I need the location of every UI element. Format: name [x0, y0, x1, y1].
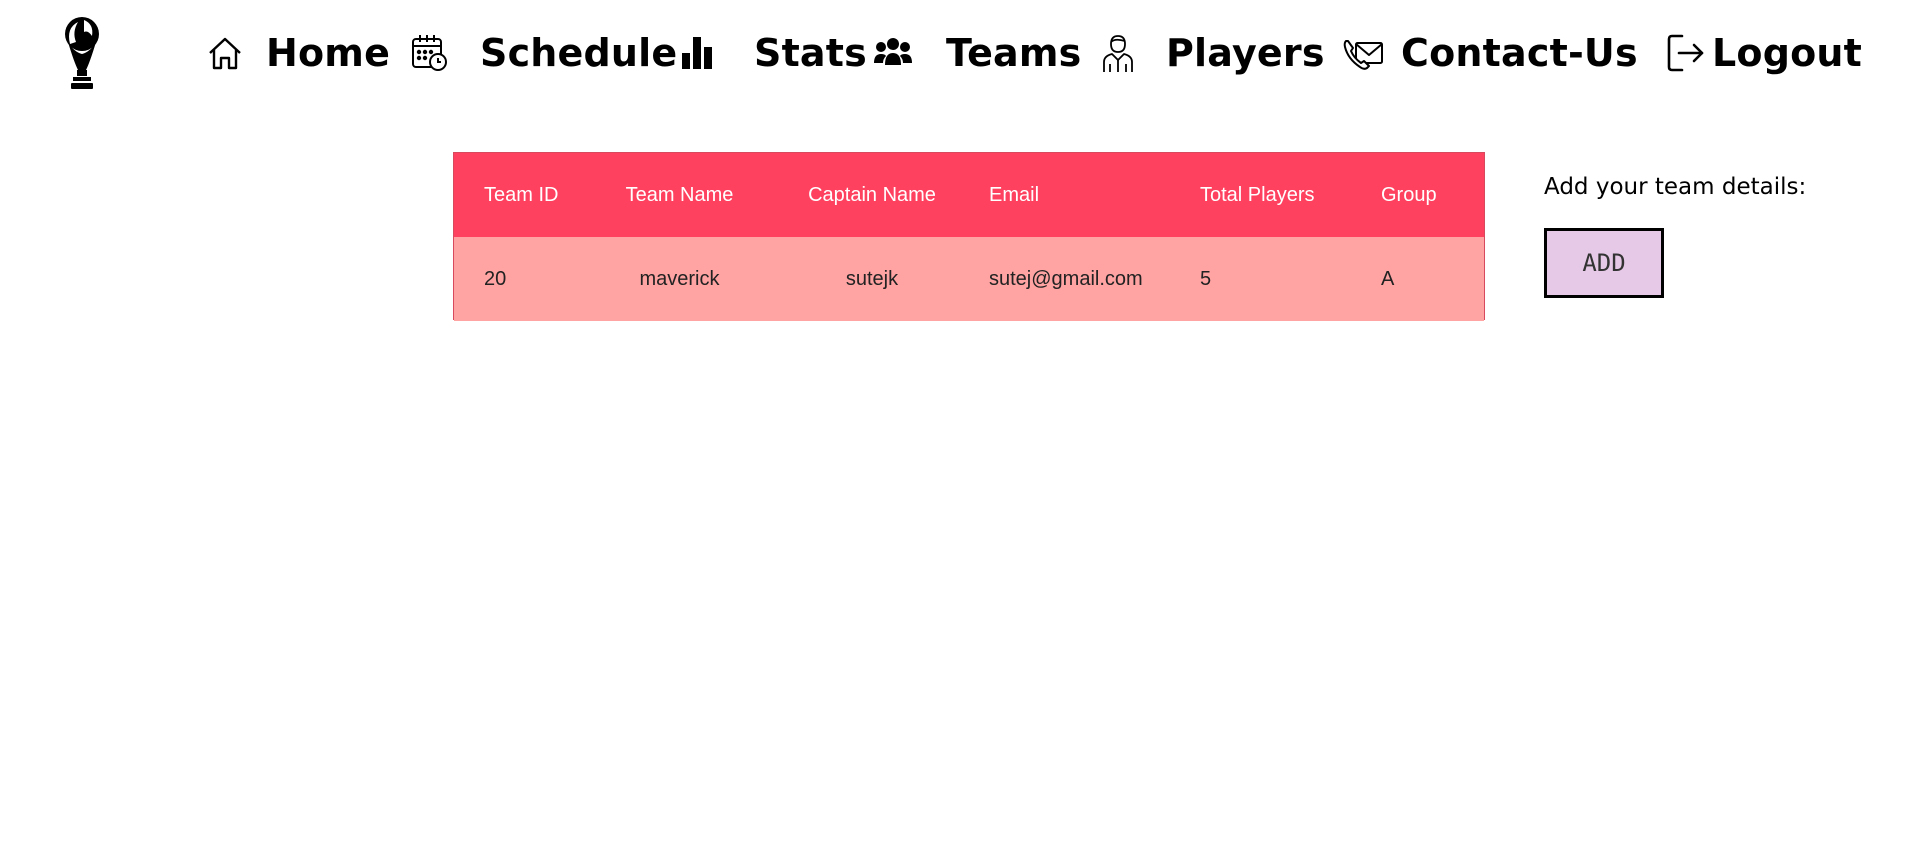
nav-contact-us-label: Contact-Us: [1401, 31, 1638, 75]
top-navbar: Home Schedule Stats Teams Players Contac…: [0, 0, 1920, 110]
player-icon: [1097, 32, 1139, 74]
nav-logout[interactable]: Logout: [1664, 26, 1862, 80]
cell-captain-name: sutejk: [845, 267, 899, 290]
add-team-prompt: Add your team details:: [1544, 174, 1807, 200]
add-team-panel: Add your team details:: [1544, 174, 1806, 200]
cell-email: sutej@gmail.com: [989, 267, 1143, 290]
cell-team-name: maverick: [639, 267, 720, 290]
table-header-row: Team ID Team Name Captain Name Email Tot…: [454, 153, 1484, 237]
cell-group: A: [1381, 267, 1395, 290]
logout-icon: [1664, 32, 1706, 74]
add-team-button[interactable]: ADD: [1544, 228, 1664, 298]
nav-teams-label: Teams: [946, 31, 1082, 75]
nav-players-label: Players: [1166, 31, 1325, 75]
cell-team-id: 20: [484, 267, 507, 290]
nav-teams[interactable]: Teams: [872, 26, 1082, 80]
column-header-email: Email: [989, 183, 1040, 206]
calendar-clock-icon: [408, 32, 450, 74]
cell-total-players: 5: [1200, 267, 1212, 290]
nav-schedule[interactable]: Schedule: [408, 26, 677, 80]
nav-home-label: Home: [266, 31, 391, 75]
column-header-team-name: Team Name: [625, 183, 734, 206]
nav-schedule-label: Schedule: [480, 31, 678, 75]
phone-mail-icon: [1342, 32, 1384, 74]
bar-chart-icon: [677, 32, 719, 74]
column-header-group: Group: [1381, 183, 1437, 206]
nav-players[interactable]: Players: [1097, 26, 1325, 80]
column-header-captain-name: Captain Name: [808, 183, 936, 206]
nav-logout-label: Logout: [1712, 31, 1863, 75]
nav-stats-label: Stats: [754, 31, 867, 75]
world-cup-trophy-icon[interactable]: [60, 14, 104, 92]
nav-contact-us[interactable]: Contact-Us: [1342, 26, 1638, 80]
users-group-icon: [872, 32, 914, 74]
column-header-team-id: Team ID: [484, 183, 559, 206]
teams-table: Team ID Team Name Captain Name Email Tot…: [453, 152, 1485, 321]
column-header-total-players: Total Players: [1200, 183, 1315, 206]
nav-home[interactable]: Home: [204, 26, 390, 80]
house-icon: [204, 32, 246, 74]
table-row: 20 maverick sutejk sutej@gmail.com 5 A: [454, 237, 1484, 321]
nav-stats[interactable]: Stats: [677, 26, 867, 80]
